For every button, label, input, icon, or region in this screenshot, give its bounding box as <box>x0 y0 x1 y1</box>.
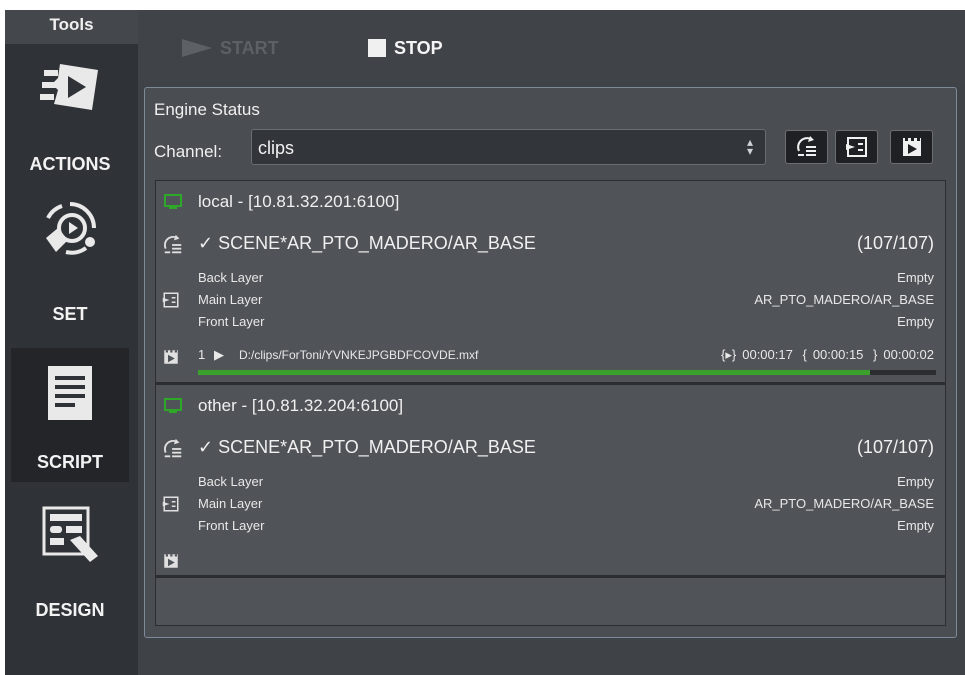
clip-play-icon: ▶ <box>214 347 224 362</box>
clip-elapsed: 00:00:15 <box>812 347 864 362</box>
scene-status-icon <box>796 136 816 156</box>
front-layer-value: Empty <box>897 518 934 533</box>
actions-icon <box>40 64 98 110</box>
clip-progress-fill <box>198 370 870 375</box>
back-layer-label: Back Layer <box>198 474 264 489</box>
scene-name: ✓ SCENE*AR_PTO_MADERO/AR_BASE <box>198 233 536 253</box>
layer-icon <box>162 496 179 512</box>
clip-remaining: 00:00:02 <box>883 347 934 362</box>
engine-host: local - [10.81.32.201:6100] <box>198 192 400 211</box>
engine-entry: other - [10.81.32.204:6100] ✓ SCENE*AR_P… <box>156 385 945 585</box>
sidebar-item-label: SET <box>52 304 88 324</box>
layer-icon <box>845 137 867 157</box>
clip-icon <box>164 554 178 568</box>
scene-status-icon <box>163 438 182 458</box>
clip-progress-bar <box>198 370 936 375</box>
clip-icon <box>164 350 178 364</box>
main-layer-label: Main Layer <box>198 496 263 511</box>
back-layer-value: Empty <box>897 270 934 285</box>
sidebar-item-label: ACTIONS <box>29 154 111 174</box>
scene-name: ✓ SCENE*AR_PTO_MADERO/AR_BASE <box>198 437 536 457</box>
main-layer-value: AR_PTO_MADERO/AR_BASE <box>754 292 934 307</box>
start-button[interactable]: START <box>182 36 279 60</box>
sidebar-title: Tools <box>5 10 138 44</box>
engine-host: other - [10.81.32.204:6100] <box>198 396 404 415</box>
clip-times: {▸} 00:00:17 {00:00:15 } 00:00:02 <box>715 347 934 363</box>
scene-count: (107/107) <box>856 437 934 457</box>
set-icon <box>46 202 96 255</box>
engine-separator <box>156 575 945 578</box>
sidebar-item-design[interactable]: DESIGN <box>11 502 129 636</box>
design-icon <box>42 506 98 562</box>
start-label: START <box>220 37 279 58</box>
stop-button[interactable]: STOP <box>368 36 443 60</box>
duration-icon: {▸} <box>721 347 737 362</box>
clip-icon <box>902 138 921 156</box>
scene-status-icon <box>163 234 182 254</box>
stop-icon <box>368 39 386 57</box>
toolbar: START STOP <box>138 10 965 82</box>
engine-list: local - [10.81.32.201:6100] ✓ SCENE*AR_P… <box>155 180 946 626</box>
channel-select[interactable]: clips ▴ ▾ <box>251 129 766 165</box>
layer-icon <box>162 292 179 308</box>
tools-sidebar: Tools ACTIONS SET SCRIPT DESIGN <box>5 10 138 675</box>
scene-status-button[interactable] <box>785 130 828 164</box>
panel-title: Engine Status <box>154 100 260 119</box>
play-icon <box>182 39 212 57</box>
clip-path: D:/clips/ForToni/YVNKEJPGBDFCOVDE.mxf <box>239 348 479 362</box>
select-arrows-icon: ▴ ▾ <box>746 135 753 158</box>
sidebar-item-label: SCRIPT <box>36 452 103 472</box>
front-layer-label: Front Layer <box>198 518 265 533</box>
app-window: Tools ACTIONS SET SCRIPT DESIGN START ST… <box>5 10 965 675</box>
back-layer-label: Back Layer <box>198 270 264 285</box>
front-layer-label: Front Layer <box>198 314 265 329</box>
channel-value: clips <box>258 138 295 158</box>
back-layer-value: Empty <box>897 474 934 489</box>
script-icon <box>48 366 92 420</box>
sidebar-item-set[interactable]: SET <box>11 198 129 332</box>
monitor-icon <box>164 194 182 209</box>
layer-button[interactable] <box>835 130 878 164</box>
elapsed-icon: { <box>802 347 807 362</box>
remaining-icon: } <box>873 347 878 362</box>
main-layer-value: AR_PTO_MADERO/AR_BASE <box>754 496 934 511</box>
main-layer-label: Main Layer <box>198 292 263 307</box>
sidebar-item-label: DESIGN <box>35 600 105 620</box>
clip-number: 1 <box>198 347 206 362</box>
engine-entry: local - [10.81.32.201:6100] ✓ SCENE*AR_P… <box>156 181 945 381</box>
monitor-icon <box>164 398 182 413</box>
sidebar-item-actions[interactable]: ACTIONS <box>11 56 129 190</box>
channel-label: Channel: <box>154 142 223 161</box>
sidebar-item-script[interactable]: SCRIPT <box>11 348 129 482</box>
stop-label: STOP <box>394 37 443 58</box>
clip-duration: 00:00:17 <box>742 347 793 362</box>
engine-status-panel: Engine Status Channel: clips ▴ ▾ local -… <box>144 87 957 638</box>
clip-button[interactable] <box>890 130 933 164</box>
scene-count: (107/107) <box>856 233 934 253</box>
front-layer-value: Empty <box>897 314 934 329</box>
